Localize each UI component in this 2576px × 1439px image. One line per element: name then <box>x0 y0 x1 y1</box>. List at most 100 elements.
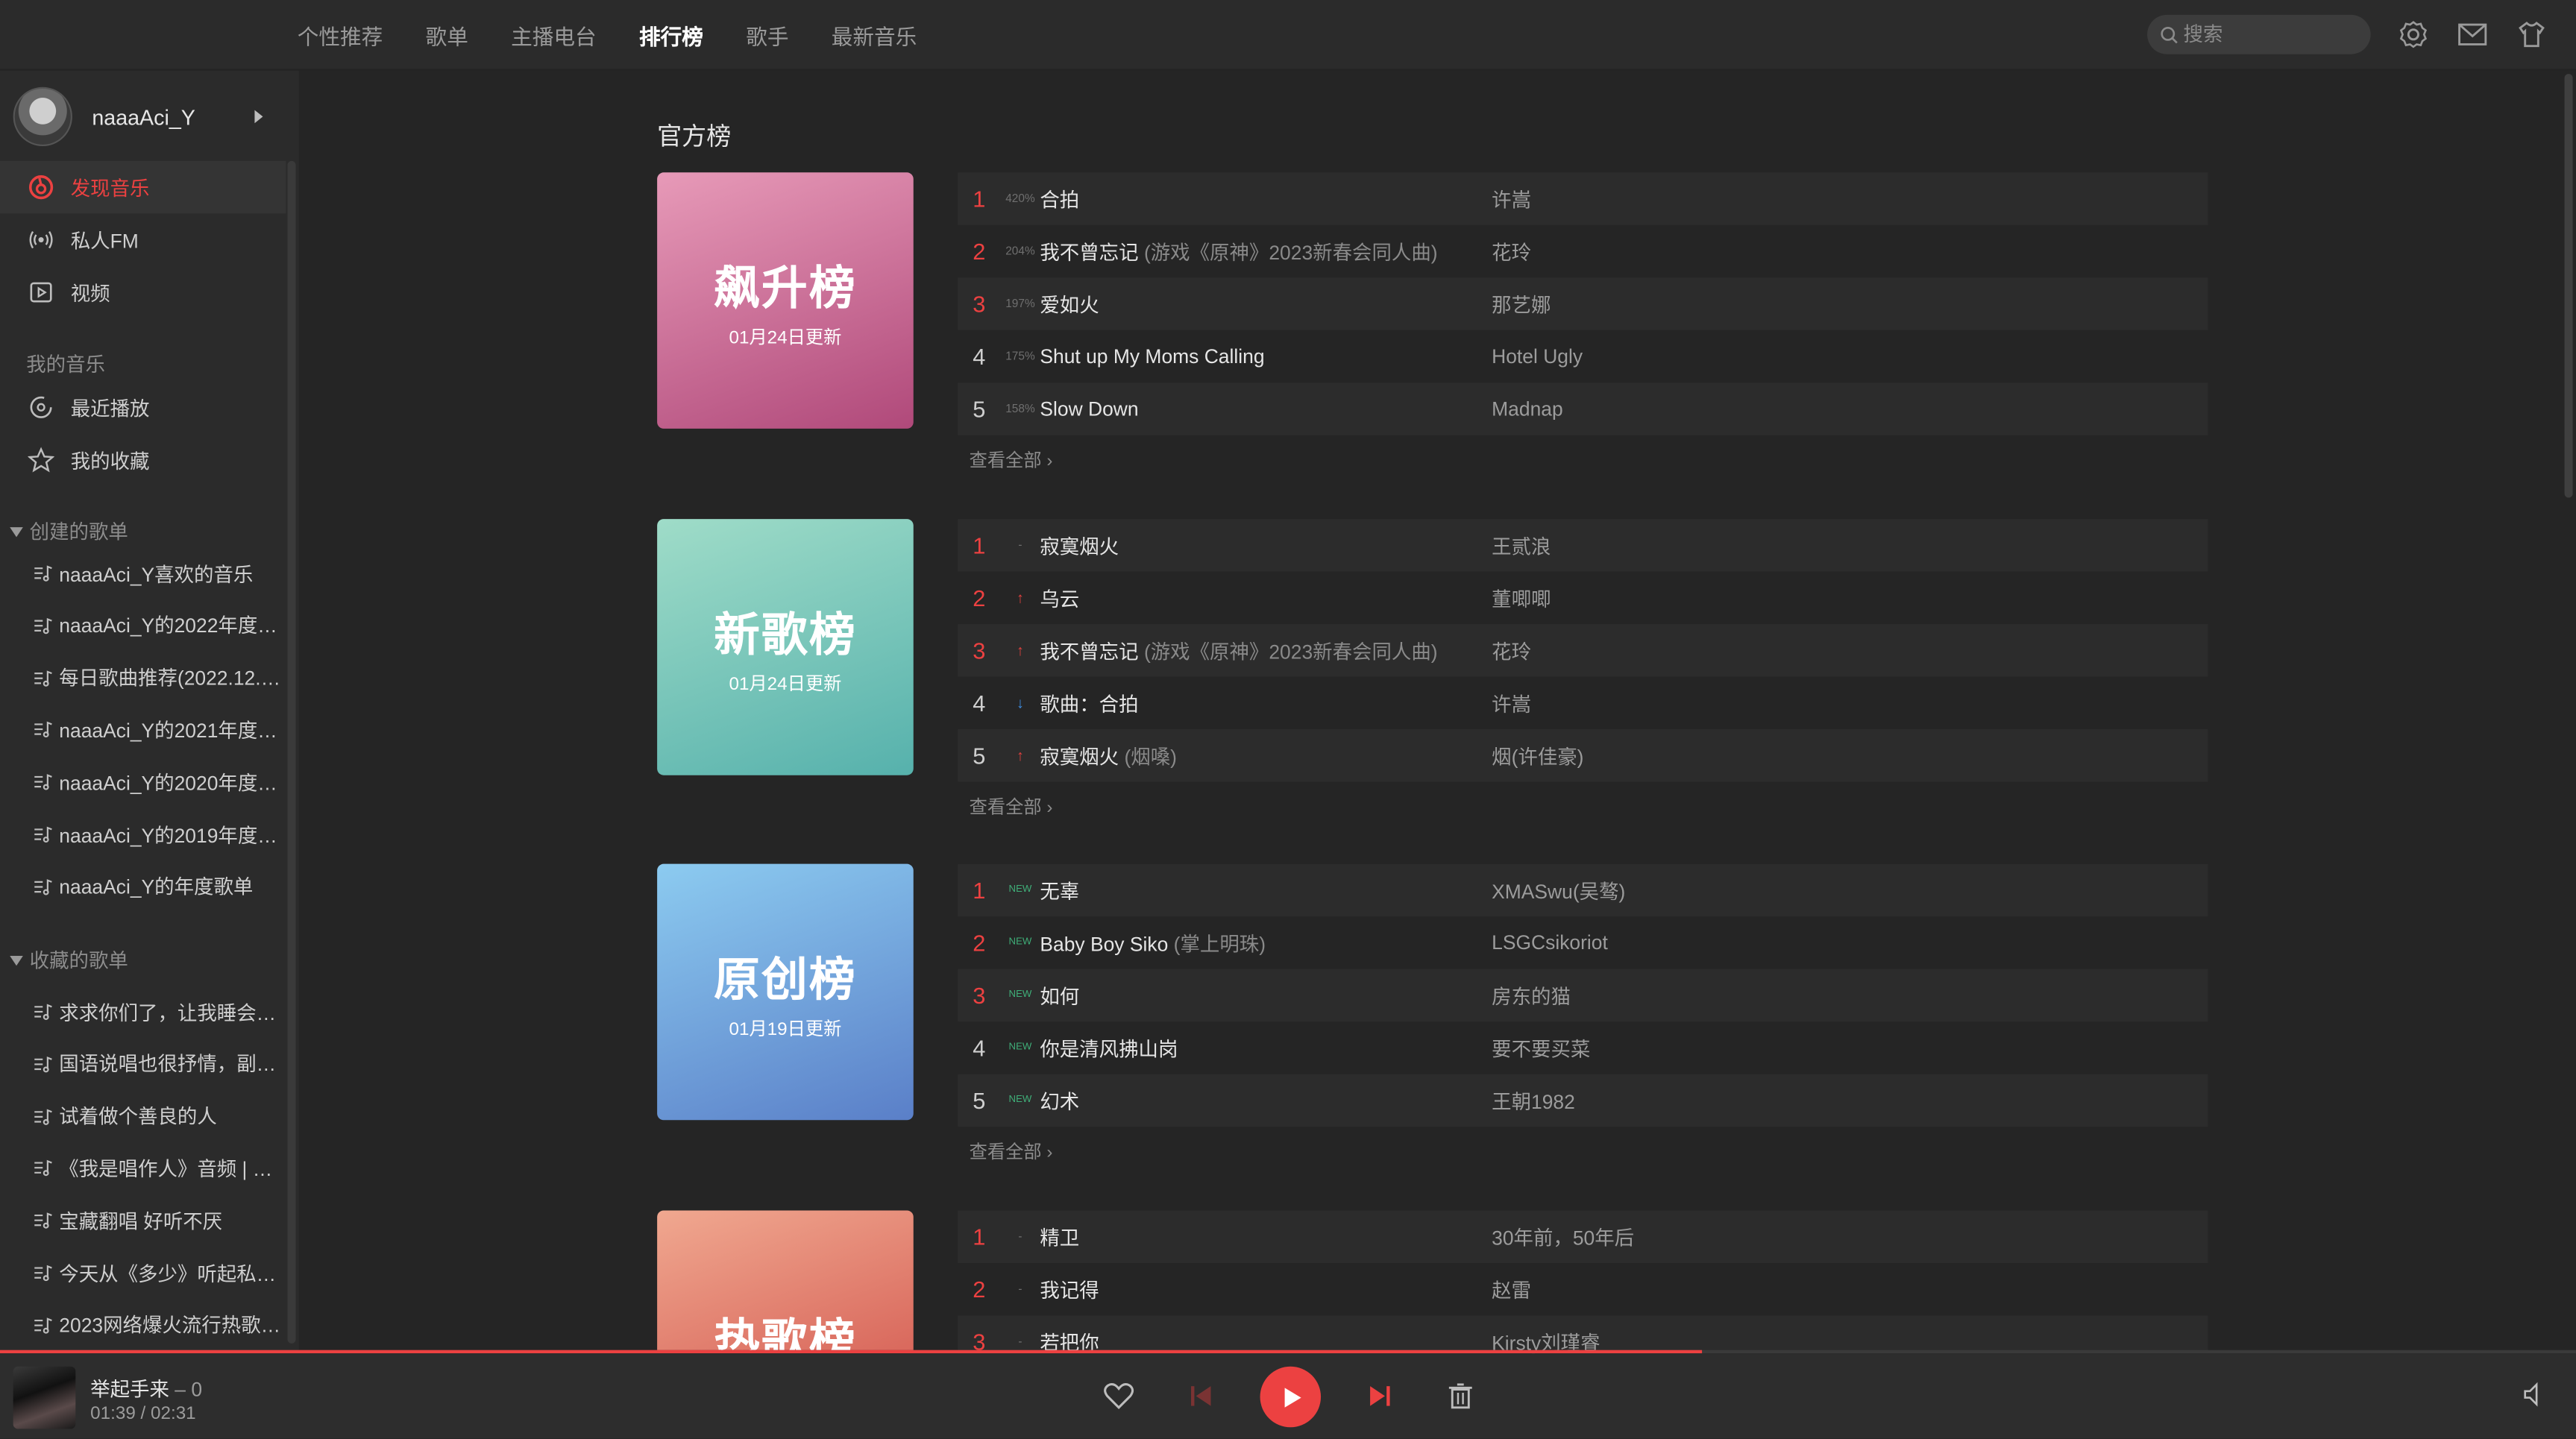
song-artist[interactable]: 许嵩 <box>1492 185 1531 212</box>
tab-new-music[interactable]: 最新音乐 <box>832 19 917 51</box>
song-artist[interactable]: 烟(许佳豪) <box>1492 742 1583 769</box>
created-playlists-header[interactable]: 创建的歌单 <box>10 517 128 545</box>
previous-icon[interactable] <box>1188 1383 1214 1409</box>
tab-artists[interactable]: 歌手 <box>746 19 788 51</box>
table-row[interactable]: 3 NEW 如何 房东的猫 <box>958 969 2208 1022</box>
song-artist[interactable]: 花玲 <box>1492 237 1531 265</box>
sidebar-item-recent[interactable]: 最近播放 <box>0 381 286 433</box>
chart-cover-card[interactable]: 飙升榜 01月24日更新 <box>657 172 914 429</box>
playlist-item[interactable]: naaaAci_Y的2022年度… <box>33 602 286 649</box>
playlist-item[interactable]: naaaAci_Y喜欢的音乐 <box>33 550 286 596</box>
playlist-item[interactable]: 国语说唱也很抒情，副… <box>33 1041 286 1087</box>
song-artist[interactable]: 花玲 <box>1492 637 1531 664</box>
song-artist[interactable]: 许嵩 <box>1492 689 1531 717</box>
table-row[interactable]: 5 NEW 幻术 王朝1982 <box>958 1074 2208 1127</box>
table-row[interactable]: 4 175% Shut up My Moms Calling Hotel Ugly <box>958 330 2208 382</box>
chart-cover-card[interactable]: 原创榜 01月19日更新 <box>657 863 914 1121</box>
rank-change: 204% <box>1005 245 1035 257</box>
tab-radio[interactable]: 主播电台 <box>511 19 597 51</box>
skin-shirt-icon[interactable] <box>2515 18 2548 51</box>
triangle-down-icon <box>10 526 23 537</box>
playlist-item[interactable]: naaaAci_Y的年度歌单 <box>33 863 286 910</box>
now-playing[interactable]: 举起手来 – 0 <box>90 1375 202 1402</box>
album-cover[interactable] <box>13 1366 76 1429</box>
rank-number: 4 <box>973 343 986 370</box>
table-row[interactable]: 3 ↑ 我不曾忘记 (游戏《原神》2023新春会同人曲) 花玲 <box>958 624 2208 677</box>
chart-cover-card[interactable]: 热歌榜 <box>657 1210 914 1352</box>
song-artist[interactable]: Hotel Ugly <box>1492 345 1583 368</box>
song-artist[interactable]: 董唧唧 <box>1492 584 1551 611</box>
collected-playlists-header[interactable]: 收藏的歌单 <box>10 946 128 974</box>
table-row[interactable]: 5 ↑ 寂寞烟火 (烟嗓) 烟(许佳豪) <box>958 729 2208 782</box>
song-title: 如何 <box>1040 981 1492 1009</box>
playlist-label: naaaAci_Y的2019年度… <box>59 823 277 847</box>
table-row[interactable]: 2 - 我记得 赵雷 <box>958 1263 2208 1315</box>
song-artist[interactable]: 要不要买菜 <box>1492 1034 1590 1062</box>
username[interactable]: naaaAci_Y <box>92 104 195 129</box>
song-artist[interactable]: Madnap <box>1492 397 1563 421</box>
sidebar-item-label: 我的收藏 <box>70 449 150 473</box>
playlist-item[interactable]: 今天从《多少》听起私… <box>33 1250 286 1296</box>
chart-cover-card[interactable]: 新歌榜 01月24日更新 <box>657 519 914 775</box>
sidebar-scrollbar[interactable] <box>287 160 296 1344</box>
sidebar-item-favorites[interactable]: 我的收藏 <box>0 434 286 486</box>
table-row[interactable]: 4 ↓ 歌曲：合拍 许嵩 <box>958 677 2208 729</box>
next-icon[interactable] <box>1367 1383 1393 1409</box>
tab-playlists[interactable]: 歌单 <box>426 19 468 51</box>
playlist-item[interactable]: 每日歌曲推荐(2022.12.10) <box>33 655 286 701</box>
sidebar-item-label: 发现音乐 <box>70 176 150 200</box>
search-box[interactable] <box>2147 14 2371 54</box>
main-scrollbar[interactable] <box>2564 74 2573 498</box>
playlist-item[interactable]: 2023网络爆火流行热歌… <box>33 1302 286 1348</box>
sidebar-item-video[interactable]: 视频 <box>0 266 286 318</box>
settings-gear-icon[interactable] <box>2397 18 2430 51</box>
song-artist[interactable]: 王朝1982 <box>1492 1086 1575 1114</box>
table-row[interactable]: 1 NEW 无辜 XMASwu(吴骜) <box>958 863 2208 917</box>
sidebar-item-fm[interactable]: 私人FM <box>0 213 286 265</box>
song-artist[interactable]: 30年前，50年后 <box>1492 1223 1634 1250</box>
tab-recommend[interactable]: 个性推荐 <box>298 19 383 51</box>
table-row[interactable]: 1 420% 合拍 许嵩 <box>958 172 2208 225</box>
view-all-label: 查看全部 <box>969 451 1042 472</box>
tab-charts[interactable]: 排行榜 <box>639 19 703 51</box>
table-row[interactable]: 4 NEW 你是清风拂山岗 要不要买菜 <box>958 1021 2208 1074</box>
table-row[interactable]: 2 NEW Baby Boy Siko (掌上明珠) LSGCsikoriot <box>958 916 2208 969</box>
caret-right-icon[interactable] <box>254 110 263 124</box>
song-artist[interactable]: XMASwu(吴骜) <box>1492 876 1625 904</box>
search-input[interactable] <box>2183 22 2348 46</box>
play-button[interactable] <box>1260 1366 1322 1428</box>
rank-number: 3 <box>973 637 986 664</box>
table-row[interactable]: 3 197% 爱如火 那艺娜 <box>958 277 2208 330</box>
mail-icon[interactable] <box>2456 18 2489 51</box>
table-row[interactable]: 1 - 精卫 30年前，50年后 <box>958 1210 2208 1263</box>
table-row[interactable]: 2 ↑ 乌云 董唧唧 <box>958 572 2208 624</box>
song-artist[interactable]: 王贰浪 <box>1492 532 1551 559</box>
view-all-link[interactable]: 查看全部 › <box>970 447 1053 473</box>
playlist-item[interactable]: naaaAci_Y的2021年度… <box>33 707 286 753</box>
playlist-item[interactable]: 试着做个善良的人 <box>33 1093 286 1139</box>
heart-icon[interactable] <box>1102 1379 1135 1412</box>
sidebar-item-discover[interactable]: 发现音乐 <box>0 160 286 214</box>
rank-change: NEW <box>1008 990 1032 1001</box>
volume-icon[interactable] <box>2522 1382 2548 1408</box>
song-artist[interactable]: LSGCsikoriot <box>1492 931 1608 954</box>
table-row[interactable]: 1 - 寂寞烟火 王贰浪 <box>958 519 2208 572</box>
playlist-item[interactable]: naaaAci_Y的2020年度… <box>33 759 286 805</box>
rank-change: 158% <box>1005 403 1035 415</box>
song-artist[interactable]: 那艺娜 <box>1492 290 1551 318</box>
trash-icon[interactable] <box>1445 1382 1475 1411</box>
table-row[interactable]: 2 204% 我不曾忘记 (游戏《原神》2023新春会同人曲) 花玲 <box>958 225 2208 277</box>
song-title-text: 幻术 <box>1040 1089 1080 1113</box>
playlist-item[interactable]: 宝藏翻唱 好听不厌 <box>33 1197 286 1244</box>
playlist-item[interactable]: 《我是唱作人》音频 | 热… <box>33 1145 286 1191</box>
avatar[interactable] <box>13 86 72 147</box>
playlist-item[interactable]: naaaAci_Y的2019年度… <box>33 811 286 857</box>
table-row[interactable]: 5 158% Slow Down Madnap <box>958 382 2208 435</box>
view-all-link[interactable]: 查看全部 › <box>970 1139 1053 1165</box>
playlist-item[interactable]: 求求你们了，让我睡会… <box>33 989 286 1035</box>
user-profile[interactable]: naaaAci_Y <box>13 86 276 147</box>
song-artist[interactable]: 房东的猫 <box>1492 981 1571 1009</box>
song-title-text: Shut up My Moms Calling <box>1040 344 1265 368</box>
song-artist[interactable]: 赵雷 <box>1492 1275 1531 1303</box>
view-all-link[interactable]: 查看全部 › <box>970 793 1053 819</box>
